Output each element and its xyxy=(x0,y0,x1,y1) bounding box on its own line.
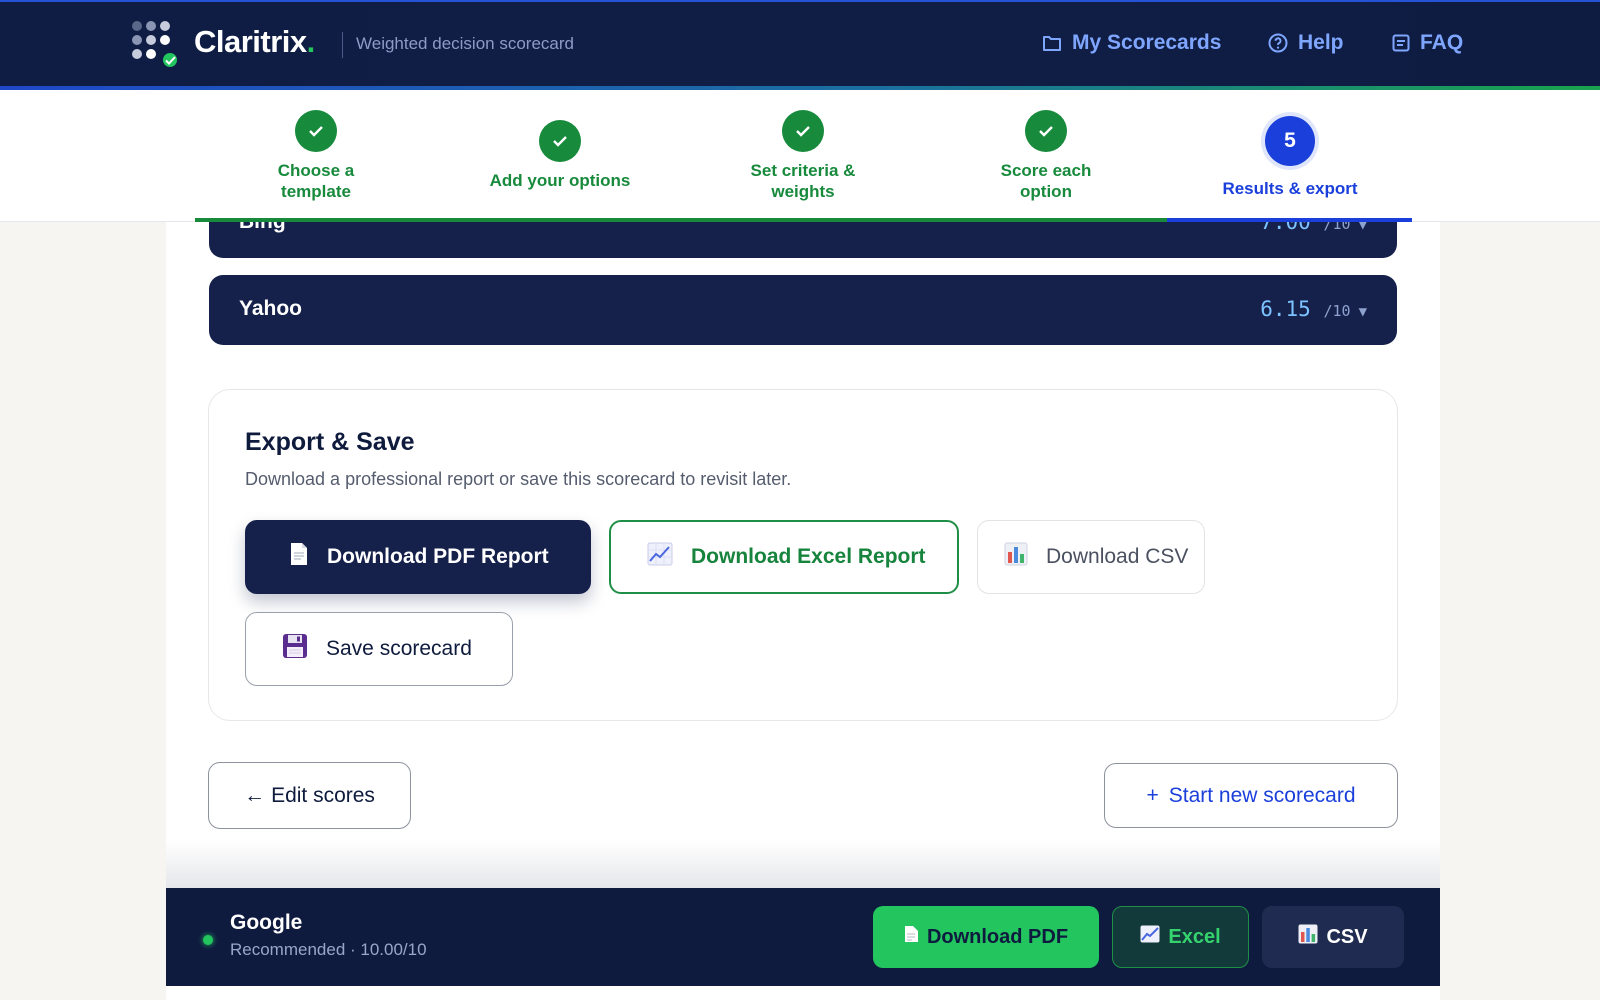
export-title: Export & Save xyxy=(245,428,415,456)
download-pdf-report-button[interactable]: Download PDF Report xyxy=(245,520,591,594)
save-scorecard-button[interactable]: Save scorecard xyxy=(245,612,513,686)
export-subtitle: Download a professional report or save t… xyxy=(245,469,792,489)
step-results-export[interactable]: 5 Results & export xyxy=(1190,116,1390,199)
export-save-card: Export & Save Download a professional re… xyxy=(208,389,1398,721)
step-score-options[interactable]: Score each option xyxy=(946,110,1146,202)
claritrix-logo-icon[interactable] xyxy=(132,21,180,69)
floppy-disk-icon xyxy=(282,633,308,665)
faq-icon xyxy=(1392,34,1410,52)
footer-csv-button[interactable]: CSV xyxy=(1262,906,1404,968)
bar-chart-icon xyxy=(1004,542,1028,572)
step-number: 5 xyxy=(1265,116,1315,166)
bar-chart-icon xyxy=(1298,924,1318,950)
plus-icon: + xyxy=(1146,783,1159,807)
download-excel-report-button[interactable]: Download Excel Report xyxy=(609,520,959,594)
option-score: 6.15 /10 ▼ xyxy=(1260,297,1367,321)
step-add-options[interactable]: Add your options xyxy=(460,120,660,191)
brand-tagline: Weighted decision scorecard xyxy=(356,34,574,53)
start-new-scorecard-button[interactable]: + Start new scorecard xyxy=(1104,763,1398,828)
help-icon xyxy=(1268,33,1288,53)
footer-shadow xyxy=(166,840,1440,890)
status-dot-icon xyxy=(203,935,213,945)
progress-stepper: Choose a template Add your options Set c… xyxy=(0,90,1600,222)
step-check-icon xyxy=(782,110,824,152)
step-check-icon xyxy=(1025,110,1067,152)
line-chart-icon xyxy=(1140,925,1160,949)
footer-download-pdf-button[interactable]: Download PDF xyxy=(873,906,1099,968)
line-chart-icon xyxy=(647,542,673,572)
chevron-down-icon: ▼ xyxy=(1358,304,1367,320)
progress-active-segment xyxy=(1167,218,1412,222)
option-row-yahoo[interactable]: Yahoo 6.15 /10 ▼ xyxy=(209,275,1397,345)
step-check-icon xyxy=(539,120,581,162)
nav-faq[interactable]: FAQ xyxy=(1392,31,1463,55)
recommended-option-score: Recommended · 10.00/10 xyxy=(230,940,427,959)
brand-name[interactable]: Claritrix. xyxy=(194,24,315,60)
top-navigation-bar: Claritrix. Weighted decision scorecard M… xyxy=(0,0,1600,90)
edit-scores-button[interactable]: ← Edit scores xyxy=(208,762,411,829)
step-set-criteria[interactable]: Set criteria & weights xyxy=(703,110,903,202)
sticky-result-footer: Google Recommended · 10.00/10 Download P… xyxy=(166,888,1440,986)
step-check-icon xyxy=(295,110,337,152)
option-name: Yahoo xyxy=(239,297,303,320)
nav-my-scorecards[interactable]: My Scorecards xyxy=(1042,31,1221,55)
recommended-option-name: Google xyxy=(230,911,303,934)
arrow-left-icon: ← xyxy=(244,783,266,807)
document-icon xyxy=(904,925,919,949)
brand-divider xyxy=(342,32,343,58)
folder-icon xyxy=(1043,36,1061,51)
nav-help[interactable]: Help xyxy=(1268,31,1344,55)
logo-check-icon xyxy=(161,51,179,69)
step-choose-template[interactable]: Choose a template xyxy=(216,110,416,202)
document-icon xyxy=(289,542,309,572)
download-csv-button[interactable]: Download CSV xyxy=(977,520,1205,594)
footer-excel-button[interactable]: Excel xyxy=(1112,906,1249,968)
